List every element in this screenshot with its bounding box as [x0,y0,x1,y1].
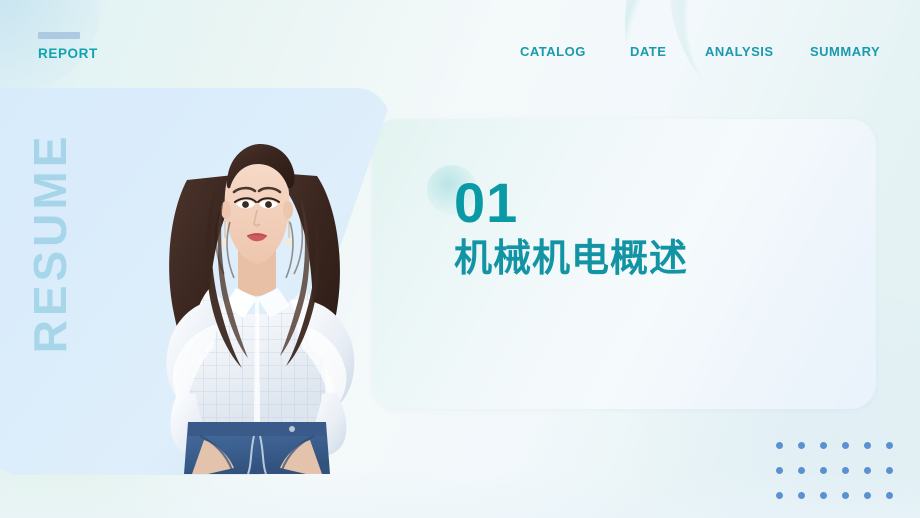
dot [776,492,783,499]
dot [886,467,893,474]
dot [864,442,871,449]
top-navigation: CATALOG DATE ANALYSIS SUMMARY [505,44,905,88]
dot [842,467,849,474]
nav-item-analysis[interactable]: ANALYSIS [705,44,795,60]
dot [886,442,893,449]
section-title-block: 01 机械机电概述 [454,174,688,282]
content-panel: 01 机械机电概述 [372,119,876,409]
dot [820,442,827,449]
brand-block: REPORT [38,32,98,61]
dot [798,467,805,474]
dot [798,492,805,499]
dot [820,492,827,499]
brand-label: REPORT [38,46,98,61]
section-title: 机械机电概述 [454,238,689,280]
dot [820,467,827,474]
nav-item-date[interactable]: DATE [630,44,690,60]
dot [776,467,783,474]
decor-dot-grid [776,442,908,517]
resume-vertical-label: RESUME [24,132,76,354]
section-number: 01 [454,171,519,234]
portrait-photo-illustration [166,144,355,474]
dot [864,492,871,499]
portrait-photo [112,92,402,474]
brand-accent-bar [38,32,80,39]
dot [886,492,893,499]
slide-canvas: REPORT CATALOG DATE ANALYSIS SUMMARY 01 … [0,0,920,518]
dot [864,467,871,474]
nav-item-catalog[interactable]: CATALOG [520,44,610,60]
dot [842,442,849,449]
dot [842,492,849,499]
slide-header: REPORT CATALOG DATE ANALYSIS SUMMARY [0,0,920,88]
dot [798,442,805,449]
dot [776,442,783,449]
nav-item-summary[interactable]: SUMMARY [810,44,888,60]
